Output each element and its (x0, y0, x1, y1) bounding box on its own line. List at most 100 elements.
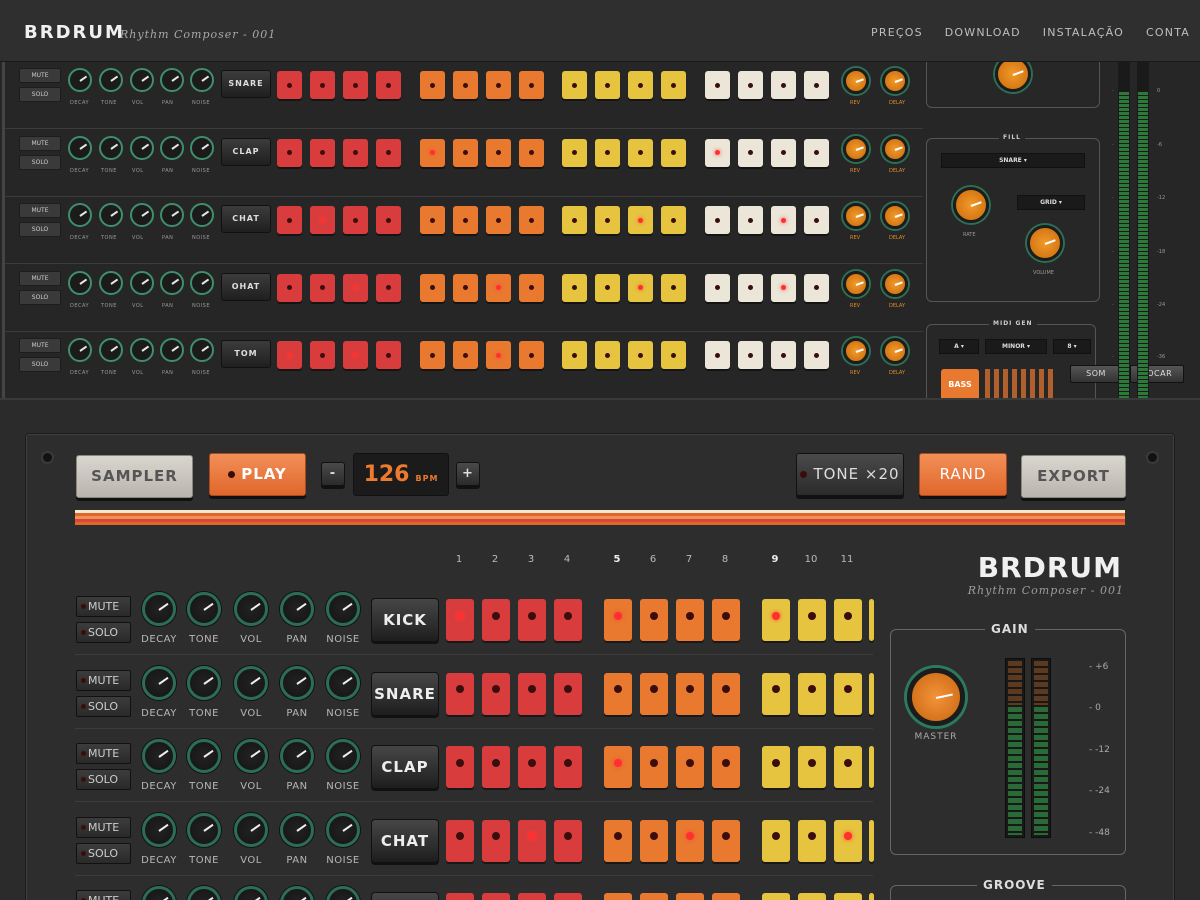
fx-knob-delay[interactable] (882, 338, 908, 364)
step-pad[interactable] (482, 746, 510, 788)
mute-button[interactable]: MUTE (19, 203, 61, 218)
fx-knob-rev[interactable] (843, 270, 869, 297)
step-pad[interactable] (640, 746, 668, 788)
track-knob-decay[interactable] (142, 739, 176, 773)
step-pad[interactable] (628, 206, 653, 234)
fx-knob-delay[interactable] (882, 270, 908, 297)
step-pad[interactable] (595, 138, 620, 167)
step-pad[interactable] (595, 273, 620, 302)
step-pad[interactable] (482, 893, 510, 900)
mute-button[interactable]: MUTE (76, 816, 131, 838)
track-knob-decay[interactable] (68, 135, 92, 160)
step-pad-partial[interactable] (869, 672, 874, 715)
step-pad[interactable] (798, 819, 826, 862)
step-pad[interactable] (446, 746, 474, 788)
step-pad[interactable] (343, 341, 368, 369)
step-pad[interactable] (562, 138, 587, 167)
track-knob-decay[interactable] (142, 665, 176, 700)
step-pad[interactable] (705, 71, 730, 99)
midi-scale-select[interactable]: MINOR ▾ (985, 339, 1047, 354)
step-pad[interactable] (486, 273, 511, 302)
track-name-button[interactable]: SNARE (221, 70, 271, 98)
track-knob-tone[interactable] (99, 338, 123, 362)
track-knob-noise[interactable] (190, 203, 214, 227)
track-knob-decay[interactable] (68, 203, 92, 227)
step-pad[interactable] (771, 206, 796, 234)
solo-button[interactable]: SOLO (19, 222, 61, 237)
step-pad[interactable] (343, 138, 368, 167)
track-knob-pan[interactable] (280, 665, 314, 700)
logo[interactable]: BRDRUM (24, 22, 125, 43)
step-pad[interactable] (554, 819, 582, 862)
step-pad[interactable] (376, 273, 401, 302)
track-knob-tone[interactable] (99, 135, 123, 160)
solo-button[interactable]: SOLO (19, 87, 61, 102)
nav-precos[interactable]: PREÇOS (871, 26, 923, 39)
track-knob-tone[interactable] (187, 812, 221, 847)
track-name-button[interactable]: CLAP (371, 745, 439, 789)
step-pad[interactable] (310, 138, 335, 167)
step-pad[interactable] (604, 599, 632, 641)
step-pad-partial[interactable] (869, 746, 874, 788)
step-pad[interactable] (676, 893, 704, 900)
step-pad[interactable] (482, 672, 510, 715)
step-pad[interactable] (762, 599, 790, 641)
track-name-button[interactable] (371, 892, 439, 900)
step-pad[interactable] (343, 206, 368, 234)
track-knob-noise[interactable] (190, 68, 214, 92)
track-knob-vol[interactable] (234, 592, 268, 626)
mute-button[interactable]: MUTE (19, 270, 61, 286)
step-pad[interactable] (446, 893, 474, 900)
step-pad[interactable] (376, 341, 401, 369)
step-pad[interactable] (343, 273, 368, 302)
fx-knob-delay[interactable] (882, 68, 908, 94)
som-button[interactable]: SOM (1070, 365, 1122, 383)
solo-button[interactable]: SOLO (19, 357, 61, 372)
step-pad[interactable] (661, 206, 686, 234)
step-pad[interactable] (712, 893, 740, 900)
step-pad[interactable] (420, 206, 445, 234)
rand-button[interactable]: RAND (919, 453, 1007, 496)
step-pad[interactable] (798, 672, 826, 715)
track-knob-tone[interactable] (187, 886, 221, 900)
step-pad[interactable] (712, 672, 740, 715)
step-pad-partial[interactable] (869, 599, 874, 641)
step-pad[interactable] (834, 746, 862, 788)
bpm-decrease-button[interactable]: - (321, 462, 345, 486)
track-knob-pan[interactable] (280, 739, 314, 773)
step-pad[interactable] (762, 746, 790, 788)
step-pad[interactable] (628, 341, 653, 369)
step-pad[interactable] (277, 206, 302, 234)
step-pad[interactable] (554, 599, 582, 641)
step-pad[interactable] (453, 138, 478, 167)
fx-knob-delay[interactable] (882, 203, 908, 229)
step-pad[interactable] (771, 341, 796, 369)
track-knob-vol[interactable] (130, 270, 154, 295)
solo-button[interactable]: SOLO (76, 769, 131, 790)
track-knob-noise[interactable] (326, 739, 360, 773)
step-pad[interactable] (453, 273, 478, 302)
step-pad[interactable] (554, 672, 582, 715)
track-knob-vol[interactable] (130, 338, 154, 362)
step-pad[interactable] (640, 672, 668, 715)
nav-conta[interactable]: CONTA (1146, 26, 1190, 39)
track-knob-noise[interactable] (326, 592, 360, 626)
track-name-button[interactable]: TOM (221, 340, 271, 368)
step-pad[interactable] (834, 672, 862, 715)
step-pad[interactable] (310, 71, 335, 99)
track-knob-pan[interactable] (160, 68, 184, 92)
step-pad[interactable] (661, 341, 686, 369)
step-pad[interactable] (453, 341, 478, 369)
step-pad[interactable] (519, 341, 544, 369)
step-pad[interactable] (420, 138, 445, 167)
solo-button[interactable]: SOLO (76, 695, 131, 717)
fx-knob-rev[interactable] (843, 338, 869, 364)
track-knob-tone[interactable] (187, 665, 221, 700)
step-pad[interactable] (738, 206, 763, 234)
step-pad[interactable] (738, 273, 763, 302)
step-pad[interactable] (661, 138, 686, 167)
solo-button[interactable]: SOLO (19, 289, 61, 305)
track-knob-noise[interactable] (190, 338, 214, 362)
fill-volume-knob[interactable] (1027, 225, 1063, 261)
track-knob-noise[interactable] (190, 270, 214, 295)
